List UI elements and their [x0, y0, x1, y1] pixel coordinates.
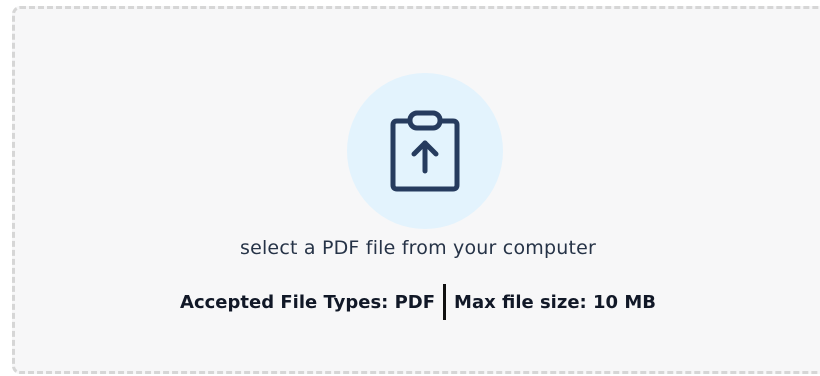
accepted-file-types: Accepted File Types: PDF — [180, 291, 436, 313]
separator — [443, 284, 447, 320]
upload-instruction[interactable]: select a PDF file from your computer — [7, 237, 820, 259]
upload-icon-circle[interactable] — [347, 73, 503, 229]
file-requirements: Accepted File Types: PDF Max file size: … — [7, 284, 820, 320]
max-file-size: Max file size: 10 MB — [454, 291, 656, 313]
file-dropzone[interactable]: select a PDF file from your computer Acc… — [12, 6, 820, 374]
clipboard-upload-icon — [390, 110, 460, 192]
